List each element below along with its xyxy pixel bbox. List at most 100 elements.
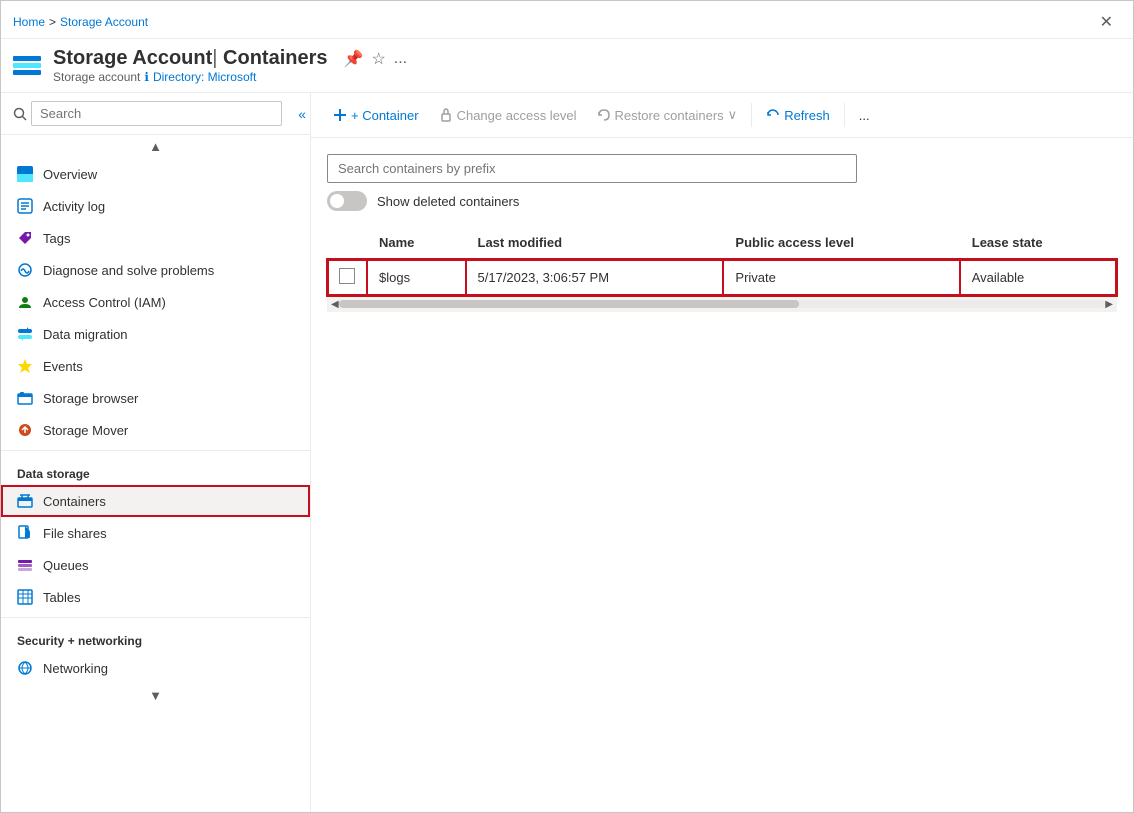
refresh-button[interactable]: Refresh — [756, 102, 840, 129]
restore-containers-button[interactable]: Restore containers ∨ — [587, 101, 748, 129]
page-title: Storage Account| Containers — [53, 47, 328, 70]
sidebar-collapse-button[interactable]: « — [294, 102, 310, 126]
sidebar-item-events-label: Events — [43, 359, 83, 374]
storage-browser-icon — [17, 390, 33, 406]
sidebar-item-queues-label: Queues — [43, 558, 89, 573]
col-last-modified: Last modified — [466, 227, 724, 259]
more-options-button[interactable]: ... — [849, 102, 880, 129]
row-checkbox[interactable] — [339, 268, 355, 284]
search-icon — [13, 107, 27, 121]
sidebar-item-data-migration[interactable]: Data migration — [1, 318, 310, 350]
sidebar-item-storage-browser-label: Storage browser — [43, 391, 138, 406]
sidebar-item-queues[interactable]: Queues — [1, 549, 310, 581]
sidebar-item-containers[interactable]: Containers — [1, 485, 310, 517]
file-shares-icon — [17, 525, 33, 541]
containers-table: Name Last modified Public access level L… — [327, 227, 1117, 296]
sidebar-scroll-up[interactable]: ▲ — [1, 135, 310, 158]
sidebar-item-iam-label: Access Control (IAM) — [43, 295, 166, 310]
containers-icon — [17, 493, 33, 509]
row-last-modified: 5/17/2023, 3:06:57 PM — [466, 259, 724, 296]
events-icon — [17, 358, 33, 374]
restore-icon — [597, 108, 611, 122]
horizontal-scrollbar[interactable]: ◀ ▶ — [327, 296, 1117, 312]
col-access-level: Public access level — [723, 227, 959, 259]
storage-account-icon — [13, 56, 41, 75]
sidebar-item-containers-label: Containers — [43, 494, 106, 509]
sidebar-search-input[interactable] — [31, 101, 282, 126]
breadcrumb-account[interactable]: Storage Account — [60, 15, 148, 29]
toolbar-separator-2 — [844, 103, 845, 127]
sidebar-item-tags[interactable]: Tags — [1, 222, 310, 254]
sidebar-item-overview-label: Overview — [43, 167, 97, 182]
scroll-right-arrow[interactable]: ▶ — [1105, 299, 1113, 310]
queues-icon — [17, 557, 33, 573]
search-prefix-container — [327, 154, 857, 183]
sidebar-item-storage-browser[interactable]: Storage browser — [1, 382, 310, 414]
data-migration-icon — [17, 326, 33, 342]
col-lease-state: Lease state — [960, 227, 1117, 259]
sidebar-item-diagnose-label: Diagnose and solve problems — [43, 263, 214, 278]
scrollbar-thumb[interactable] — [339, 300, 799, 308]
overview-icon — [17, 166, 33, 182]
sidebar: « ▲ Overview — [1, 93, 311, 812]
lock-icon — [439, 108, 453, 122]
table-row[interactable]: $logs 5/17/2023, 3:06:57 PM Private Avai… — [327, 259, 1117, 296]
sidebar-item-tables[interactable]: Tables — [1, 581, 310, 613]
directory-label: Directory: Microsoft — [153, 70, 256, 84]
sidebar-item-storage-mover[interactable]: Storage Mover — [1, 414, 310, 446]
breadcrumb-separator: > — [49, 15, 56, 29]
pin-icon[interactable]: 📌 — [344, 49, 364, 69]
sidebar-item-activity-log[interactable]: Activity log — [1, 190, 310, 222]
activity-log-icon — [17, 198, 33, 214]
data-storage-divider — [1, 450, 310, 451]
show-deleted-row: Show deleted containers — [327, 191, 1117, 211]
scroll-left-arrow[interactable]: ◀ — [331, 299, 339, 310]
sidebar-item-file-shares-label: File shares — [43, 526, 107, 541]
star-icon[interactable]: ☆ — [371, 49, 385, 69]
content-area: + Container Change access level Restore … — [311, 93, 1133, 812]
directory-info-icon: ℹ — [144, 70, 149, 84]
security-divider — [1, 617, 310, 618]
more-options-icon[interactable]: ... — [394, 50, 407, 68]
sidebar-item-iam[interactable]: Access Control (IAM) — [1, 286, 310, 318]
add-icon — [333, 108, 347, 122]
security-section-header: Security + networking — [1, 622, 310, 652]
diagnose-icon — [17, 262, 33, 278]
row-name-cell: $logs — [367, 259, 466, 296]
sidebar-item-networking[interactable]: Networking — [1, 652, 310, 684]
col-checkbox — [327, 227, 367, 259]
sidebar-item-tables-label: Tables — [43, 590, 81, 605]
show-deleted-toggle[interactable] — [327, 191, 367, 211]
sidebar-item-events[interactable]: Events — [1, 350, 310, 382]
breadcrumb-home[interactable]: Home — [13, 15, 45, 29]
close-button[interactable]: ✕ — [1092, 8, 1121, 36]
row-lease-state: Available — [960, 259, 1117, 296]
tags-icon — [17, 230, 33, 246]
toolbar: + Container Change access level Restore … — [311, 93, 1133, 138]
breadcrumb: Home > Storage Account — [13, 15, 1092, 29]
scrollbar-track[interactable] — [339, 300, 1106, 308]
toolbar-separator — [751, 103, 752, 127]
sidebar-scroll-down[interactable]: ▼ — [1, 684, 310, 707]
sidebar-item-file-shares[interactable]: File shares — [1, 517, 310, 549]
sidebar-item-tags-label: Tags — [43, 231, 70, 246]
iam-icon — [17, 294, 33, 310]
search-prefix-input[interactable] — [327, 154, 857, 183]
refresh-icon — [766, 108, 780, 122]
title-separator: | — [212, 47, 223, 69]
storage-mover-icon — [17, 422, 33, 438]
row-checkbox-cell[interactable] — [327, 259, 367, 296]
sidebar-item-networking-label: Networking — [43, 661, 108, 676]
add-container-button[interactable]: + Container — [323, 102, 429, 129]
networking-icon — [17, 660, 33, 676]
content-body: Show deleted containers Name Last modifi… — [311, 138, 1133, 812]
account-type-label: Storage account — [53, 70, 140, 84]
sidebar-item-diagnose[interactable]: Diagnose and solve problems — [1, 254, 310, 286]
change-access-button[interactable]: Change access level — [429, 102, 587, 129]
sidebar-item-overview[interactable]: Overview — [1, 158, 310, 190]
sidebar-item-data-migration-label: Data migration — [43, 327, 128, 342]
container-name[interactable]: $logs — [379, 270, 410, 285]
show-deleted-label: Show deleted containers — [377, 194, 519, 209]
tables-icon — [17, 589, 33, 605]
sidebar-item-activity-log-label: Activity log — [43, 199, 105, 214]
